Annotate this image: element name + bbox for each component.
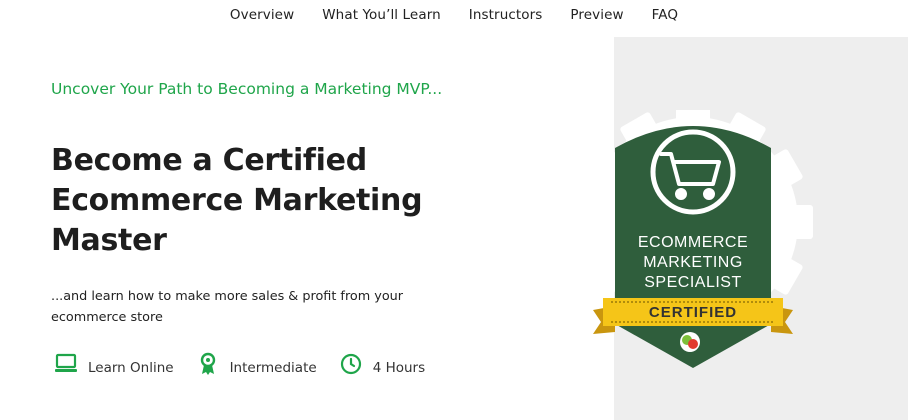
headline-line-3: Master [51, 223, 167, 258]
nav-instructors[interactable]: Instructors [469, 7, 543, 23]
feature-learn-online: Learn Online [54, 352, 174, 376]
top-navigation: Overview What You’ll Learn Instructors P… [0, 0, 908, 30]
feature-label: Learn Online [88, 360, 174, 376]
certification-badge-graphic: ECOMMERCE MARKETING SPECIALIST CERTIFIED [573, 104, 813, 368]
nav-faq[interactable]: FAQ [652, 7, 678, 23]
subline-line-1: ...and learn how to make more sales & pr… [51, 289, 404, 304]
cart-circle [650, 129, 736, 215]
certification-badge: ECOMMERCE MARKETING SPECIALIST CERTIFIED [553, 104, 833, 380]
award-ribbon-icon [200, 352, 215, 375]
nav-overview[interactable]: Overview [230, 7, 294, 23]
feature-label: Intermediate [229, 360, 317, 376]
brand-logo-icon [680, 332, 700, 352]
nav-preview[interactable]: Preview [570, 7, 623, 23]
feature-label: 4 Hours [372, 360, 426, 376]
page: Overview What You’ll Learn Instructors P… [0, 0, 908, 420]
feature-level: Intermediate [196, 352, 317, 376]
feature-duration: 4 Hours [339, 352, 425, 376]
subline-line-2: ecommerce store [51, 310, 163, 325]
hero-subline: ...and learn how to make more sales & pr… [51, 286, 431, 328]
clock-icon [340, 353, 361, 375]
ribbon-text: CERTIFIED [649, 304, 737, 321]
badge-line-1: ECOMMERCE [638, 234, 748, 251]
headline-line-1: Become a Certified [51, 143, 367, 178]
hero-headline: Become a Certified Ecommerce Marketing M… [51, 141, 471, 261]
badge-line-3: SPECIALIST [644, 274, 741, 291]
laptop-icon [55, 353, 77, 372]
course-features: Learn Online Intermediate 4 Hours [54, 352, 447, 376]
hero-eyebrow: Uncover Your Path to Becoming a Marketin… [51, 80, 443, 98]
headline-line-2: Ecommerce Marketing [51, 183, 423, 218]
nav-what-youll-learn[interactable]: What You’ll Learn [322, 7, 441, 23]
badge-line-2: MARKETING [643, 254, 743, 271]
